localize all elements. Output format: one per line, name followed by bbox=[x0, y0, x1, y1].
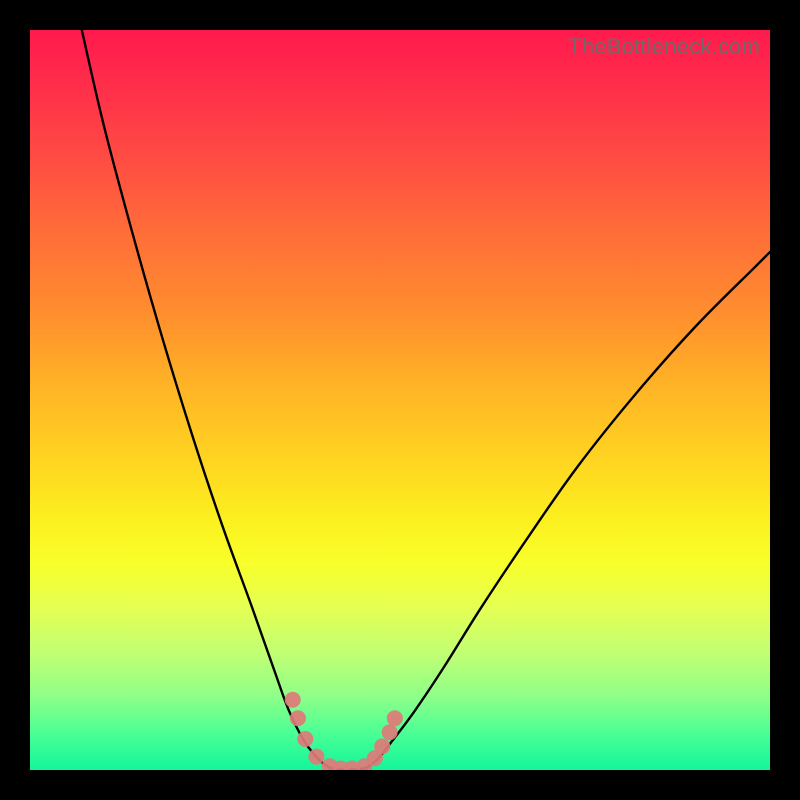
curves-group bbox=[82, 30, 770, 770]
chart-svg bbox=[30, 30, 770, 770]
marker-point bbox=[297, 731, 313, 747]
plot-area: TheBottleneck.com bbox=[30, 30, 770, 770]
marker-point bbox=[374, 738, 390, 754]
marker-point bbox=[308, 749, 324, 765]
series-right-curve bbox=[367, 252, 770, 768]
marker-point bbox=[382, 724, 398, 740]
marker-point bbox=[387, 710, 403, 726]
chart-frame: TheBottleneck.com bbox=[0, 0, 800, 800]
watermark-text: TheBottleneck.com bbox=[568, 34, 760, 60]
marker-point bbox=[290, 710, 306, 726]
series-left-curve bbox=[82, 30, 330, 768]
marker-point bbox=[285, 692, 301, 708]
markers-group bbox=[285, 692, 403, 770]
